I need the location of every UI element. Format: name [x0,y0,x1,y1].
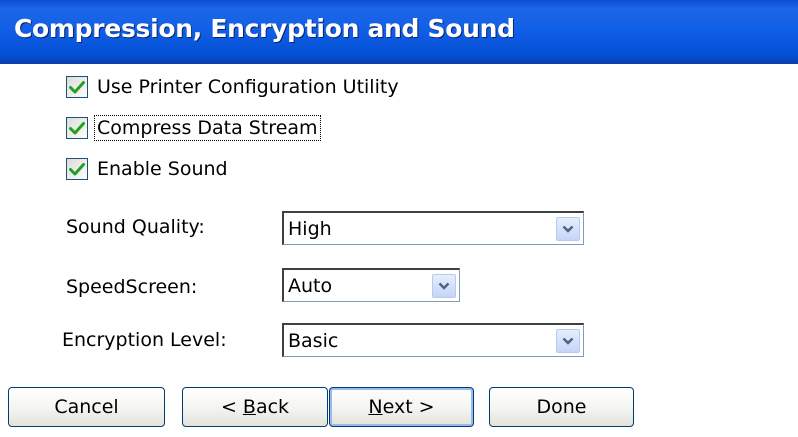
wizard-title-bar: Compression, Encryption and Sound [0,0,798,64]
checkmark-icon [69,81,85,94]
compress-data-stream-label: Compress Data Stream [94,115,321,141]
chevron-down-icon [438,282,450,290]
encryption-level-select[interactable]: Basic [282,323,584,357]
printer-config-utility-label: Use Printer Configuration Utility [97,76,399,98]
next-button[interactable]: Next > [329,387,474,427]
speedscreen-dropdown-button[interactable] [432,274,456,298]
enable-sound-option[interactable]: Enable Sound [66,156,230,182]
back-button-label: < Back [220,396,290,418]
done-button-label: Done [536,396,587,418]
sound-quality-label: Sound Quality: [66,216,205,238]
chevron-down-icon [562,337,574,345]
window-title: Compression, Encryption and Sound [14,14,515,43]
checkmark-icon [69,163,85,176]
speedscreen-label: SpeedScreen: [66,276,198,298]
back-button[interactable]: < Back [182,387,328,427]
chevron-down-icon [562,225,574,233]
printer-config-utility-checkbox[interactable] [66,76,88,98]
encryption-level-dropdown-button[interactable] [556,329,580,353]
encryption-level-value: Basic [288,330,339,352]
printer-config-utility-option[interactable]: Use Printer Configuration Utility [66,74,401,100]
checkmark-icon [69,122,85,135]
compress-data-stream-option[interactable]: Compress Data Stream [66,115,321,141]
next-button-label: Next > [368,396,435,418]
sound-quality-select[interactable]: High [282,211,584,245]
speedscreen-select[interactable]: Auto [282,268,460,302]
enable-sound-checkbox[interactable] [66,158,88,180]
speedscreen-value: Auto [288,275,333,297]
cancel-button-label: Cancel [54,396,119,418]
sound-quality-dropdown-button[interactable] [556,217,580,241]
encryption-level-label: Encryption Level: [62,329,227,351]
enable-sound-label: Enable Sound [97,158,228,180]
compress-data-stream-checkbox[interactable] [66,117,88,139]
cancel-button[interactable]: Cancel [8,387,165,427]
sound-quality-value: High [288,218,332,240]
done-button[interactable]: Done [489,387,634,427]
